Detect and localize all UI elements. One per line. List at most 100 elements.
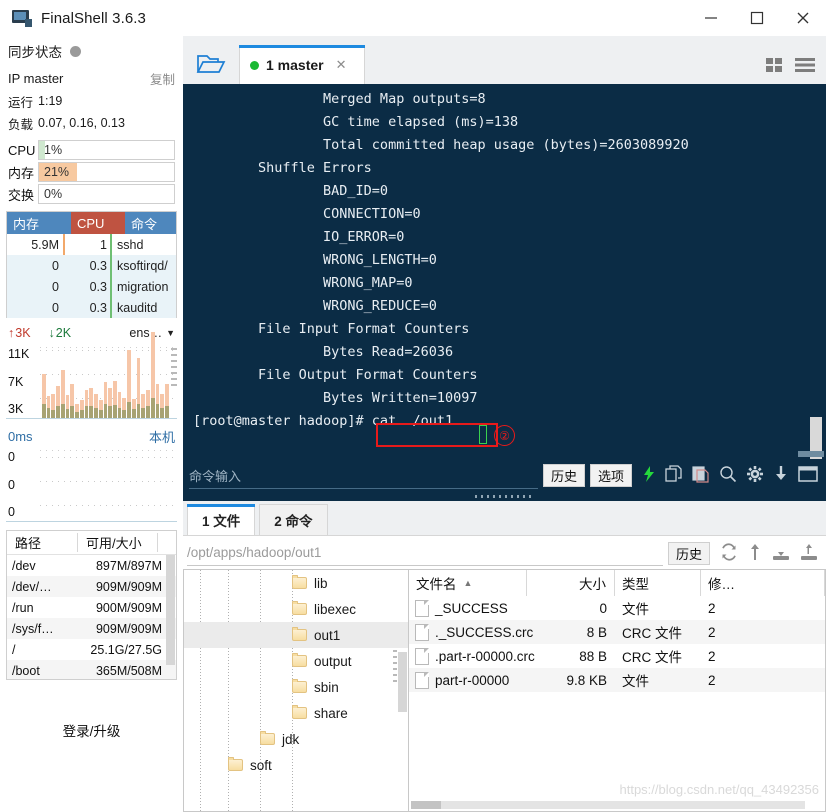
file-col-type[interactable]: 类型 (615, 570, 701, 596)
disk-value: 900M/909M (95, 600, 162, 615)
command-history-button[interactable]: 历史 (543, 464, 585, 487)
table-row[interactable]: 5.9M 1 sshd (7, 234, 176, 255)
upload-icon[interactable] (800, 543, 818, 564)
download-arrow-icon: ↓ (48, 326, 55, 340)
list-view-icon[interactable] (794, 56, 816, 77)
table-row[interactable]: 0 0.3 kauditd (7, 297, 176, 318)
file-type: CRC 文件 (622, 650, 682, 665)
tree-node-jdk[interactable]: jdk (184, 726, 408, 752)
tree-node-label: lib (314, 575, 328, 591)
minimize-button[interactable] (688, 0, 734, 36)
file-name: ._SUCCESS.crc (435, 624, 534, 640)
file-time: 2 (708, 672, 716, 688)
file-col-size[interactable]: 大小 (527, 570, 615, 596)
folder-icon (260, 731, 275, 745)
terminal-line: BAD_ID=0 (193, 183, 389, 199)
network-interface-label: ens… (129, 326, 163, 340)
terminal-output[interactable]: Merged Map outputs=8 GC time elapsed (ms… (183, 84, 826, 459)
copy-ip-button[interactable]: 复制 (150, 69, 175, 88)
table-row[interactable]: /boot 365M/508M (7, 660, 176, 679)
process-table-header: 内存 CPU 命令 (7, 212, 176, 234)
search-icon[interactable] (719, 465, 737, 486)
tree-node-libexec[interactable]: libexec (184, 596, 408, 622)
tree-node-soft[interactable]: soft (184, 752, 408, 778)
process-memory: 0 (52, 258, 59, 273)
close-icon[interactable]: ✕ (336, 57, 347, 73)
tree-node-share[interactable]: share (184, 700, 408, 726)
latency-stats-row: 0ms 本机 (0, 419, 183, 447)
terminal-line: WRONG_REDUCE=0 (193, 298, 437, 314)
tab-commands[interactable]: 2 命令 (259, 504, 328, 535)
command-options-button[interactable]: 选项 (590, 464, 632, 487)
path-history-button[interactable]: 历史 (668, 541, 710, 565)
network-bar (117, 392, 122, 418)
download-icon[interactable] (773, 465, 789, 486)
process-command: kauditd (117, 300, 158, 315)
disk-col-path[interactable]: 路径 (7, 533, 78, 552)
open-folder-icon[interactable] (183, 44, 239, 84)
refresh-icon[interactable] (720, 542, 738, 564)
process-cpu: 1 (100, 237, 107, 252)
title-bar: FinalShell 3.6.3 (0, 0, 826, 36)
network-bar (103, 382, 108, 418)
disk-col-size[interactable]: 可用/大小 (78, 533, 158, 552)
file-col-name[interactable]: 文件名 ▲ (409, 570, 527, 596)
swap-meter-label: 交换 (8, 187, 35, 203)
grid-view-icon[interactable] (765, 56, 785, 77)
window-icon[interactable] (798, 466, 818, 485)
memory-meter-percent: 21% (44, 165, 70, 179)
process-col-command[interactable]: 命令 (125, 212, 176, 234)
lightning-icon[interactable] (642, 465, 656, 486)
maximize-button[interactable] (734, 0, 780, 36)
path-input[interactable]: /opt/apps/hadoop/out1 (187, 541, 663, 566)
latency-value: 0ms (8, 428, 33, 444)
command-input[interactable]: 命令输入 (189, 462, 538, 489)
terminal-cursor (479, 425, 487, 444)
table-row[interactable]: /dev/… 909M/909M (7, 576, 176, 597)
download-icon[interactable] (772, 543, 790, 564)
paste-icon[interactable] (692, 465, 710, 486)
network-bar (56, 386, 60, 418)
process-col-memory[interactable]: 内存 (7, 212, 71, 234)
list-item[interactable]: ._SUCCESS.crc 8 B CRC 文件 2 (409, 620, 825, 644)
table-row[interactable]: / 25.1G/27.5G (7, 639, 176, 660)
list-item[interactable]: _SUCCESS 0 文件 2 (409, 596, 825, 620)
up-level-icon[interactable] (748, 543, 762, 564)
terminal-tab[interactable]: 1 master ✕ (239, 45, 365, 84)
table-row[interactable]: /run 900M/909M (7, 597, 176, 618)
terminal-hscrollbar[interactable] (798, 451, 824, 457)
terminal-line: File Output Format Counters (193, 367, 478, 383)
panel-splitter[interactable] (183, 492, 826, 501)
table-row[interactable]: 0 0.3 ksoftirqd/ (7, 255, 176, 276)
process-cpu: 0.3 (89, 258, 107, 273)
table-row[interactable]: /sys/f… 909M/909M (7, 618, 176, 639)
file-list-hscrollbar[interactable] (411, 801, 805, 809)
process-col-cpu[interactable]: CPU (71, 212, 125, 234)
process-memory: 0 (52, 300, 59, 315)
terminal-line: Total committed heap usage (bytes)=26030… (193, 137, 689, 153)
table-row[interactable]: /dev 897M/897M (7, 555, 176, 576)
tree-node-output[interactable]: output (184, 648, 408, 674)
latency-chart-axis: 0 0 0 (6, 449, 40, 521)
swap-meter-percent: 0% (44, 187, 63, 201)
terminal-tab-bar: 1 master ✕ (183, 36, 826, 84)
folder-icon (292, 653, 307, 667)
file-name: _SUCCESS (435, 600, 508, 616)
latency-axis-tick: 0 (8, 505, 15, 519)
splitter-grip (474, 495, 535, 498)
copy-icon[interactable] (665, 465, 683, 486)
gear-icon[interactable] (746, 465, 764, 486)
file-col-time[interactable]: 修… (701, 570, 825, 596)
file-name: part-r-00000 (435, 672, 510, 688)
list-item[interactable]: .part-r-00000.crc 88 B CRC 文件 2 (409, 644, 825, 668)
tab-files[interactable]: 1 文件 (187, 504, 256, 535)
tree-node-sbin[interactable]: sbin (184, 674, 408, 700)
close-button[interactable] (780, 0, 826, 36)
login-upgrade-link[interactable]: 登录/升级 (0, 720, 183, 740)
table-row[interactable]: 0 0.3 migration (7, 276, 176, 297)
tree-node-out1[interactable]: out1 (184, 622, 408, 648)
tree-node-lib[interactable]: lib (184, 570, 408, 596)
disk-table-scrollbar[interactable] (166, 555, 175, 665)
annotation-marker-2: ② (494, 425, 515, 446)
list-item[interactable]: part-r-00000 9.8 KB 文件 2 (409, 668, 825, 692)
